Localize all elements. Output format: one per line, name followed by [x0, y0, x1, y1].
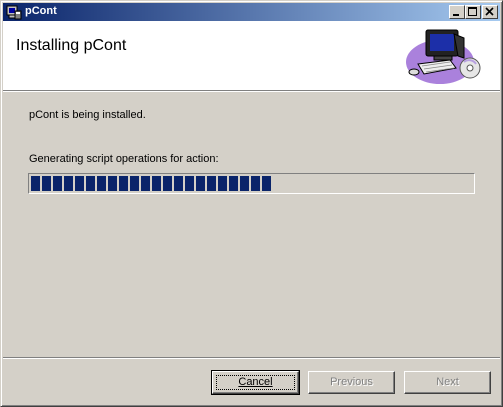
progress-block [185, 176, 194, 191]
next-label: Next [436, 376, 459, 388]
progress-block [251, 176, 260, 191]
progress-bar [28, 173, 475, 194]
progress-block [207, 176, 216, 191]
progress-block [75, 176, 84, 191]
installer-app-icon [6, 5, 22, 20]
progress-block [229, 176, 238, 191]
progress-block [108, 176, 117, 191]
progress-block [163, 176, 172, 191]
installer-window: pCont Installing pCont pCont is being in… [0, 0, 503, 407]
status-message: pCont is being installed. [29, 109, 146, 121]
cancel-button[interactable]: Cancel [211, 370, 300, 395]
progress-block [240, 176, 249, 191]
progress-block [64, 176, 73, 191]
title-bar[interactable]: pCont [3, 3, 500, 21]
progress-block [130, 176, 139, 191]
header-divider [3, 90, 500, 92]
close-icon [485, 7, 494, 16]
progress-block [42, 176, 51, 191]
minimize-button[interactable] [449, 5, 465, 19]
maximize-icon [468, 7, 477, 16]
maximize-button[interactable] [465, 5, 481, 19]
header-banner: Installing pCont [3, 21, 500, 90]
progress-block [119, 176, 128, 191]
action-message: Generating script operations for action: [29, 153, 219, 165]
progress-block [152, 176, 161, 191]
previous-button[interactable]: Previous [308, 371, 395, 394]
progress-block [262, 176, 271, 191]
page-title: Installing pCont [16, 37, 127, 54]
progress-block [31, 176, 40, 191]
progress-block [53, 176, 62, 191]
progress-block [141, 176, 150, 191]
progress-block [218, 176, 227, 191]
progress-block [97, 176, 106, 191]
close-button[interactable] [482, 5, 498, 19]
next-button[interactable]: Next [404, 371, 491, 394]
progress-block [174, 176, 183, 191]
progress-block [86, 176, 95, 191]
minimize-icon [453, 14, 459, 16]
progress-block [196, 176, 205, 191]
focus-rect [216, 375, 295, 390]
progress-fill [31, 176, 278, 191]
previous-label: Previous [330, 376, 373, 388]
window-title: pCont [25, 5, 57, 17]
computer-with-disc-graphic [406, 29, 481, 84]
footer-divider [3, 357, 500, 359]
